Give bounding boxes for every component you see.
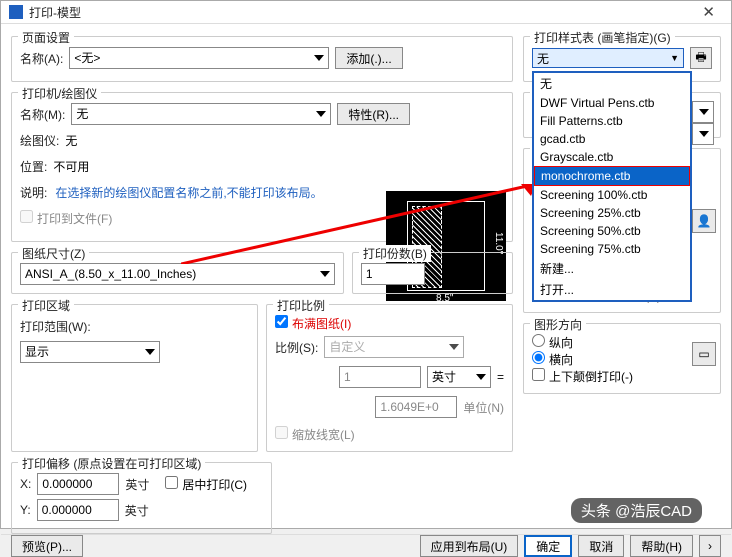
desc-label: 说明: [20, 184, 47, 201]
shaded-select-1[interactable] [692, 101, 714, 123]
style-opt-s25[interactable]: Screening 25%.ctb [534, 204, 690, 222]
copies-legend: 打印份数(B) [359, 245, 431, 262]
ok-button[interactable]: 确定 [524, 535, 572, 557]
offset-x-label: X: [20, 477, 31, 491]
add-page-setup-button[interactable]: 添加(.)... [335, 47, 402, 69]
orient-legend: 图形方向 [530, 316, 586, 333]
watermark: 头条 @浩辰CAD [571, 498, 702, 523]
plotter-value: 无 [65, 132, 77, 149]
paper-legend: 图纸尺寸(Z) [18, 245, 89, 262]
offset-y-unit: 英寸 [125, 502, 149, 519]
style-opt-open[interactable]: 打开... [534, 279, 690, 300]
close-icon[interactable]: ✕ [694, 1, 723, 23]
group-paper-size: 图纸尺寸(Z) ANSI_A_(8.50_x_11.00_Inches) [11, 252, 344, 294]
plot-style-dropdown[interactable]: 无 DWF Virtual Pens.ctb Fill Patterns.ctb… [532, 71, 692, 302]
area-legend: 打印区域 [18, 297, 74, 314]
preview-width: 8.5" [436, 293, 453, 304]
page-name-select[interactable]: <无> [69, 47, 329, 69]
group-page-setup: 页面设置 名称(A): <无> 添加(.)... [11, 36, 513, 82]
group-scale: 打印比例 布满图纸(I) 比例(S): 自定义 英寸 = 单位(N) [266, 304, 513, 452]
plot-range-select[interactable]: 显示 [20, 341, 160, 363]
paper-size-select[interactable]: ANSI_A_(8.50_x_11.00_Inches) [20, 263, 335, 285]
cancel-button[interactable]: 取消 [578, 535, 624, 557]
style-opt-new[interactable]: 新建... [534, 258, 690, 279]
style-opt-gcad[interactable]: gcad.ctb [534, 130, 690, 148]
group-printer: 打印机/绘图仪 名称(M): 无 特性(R)... 绘图仪:无 位置:不可用 说… [11, 92, 513, 242]
location-value: 不可用 [53, 158, 89, 175]
preview-button[interactable]: 预览(P)... [11, 535, 83, 557]
group-plot-area: 打印区域 打印范围(W): 显示 [11, 304, 258, 452]
style-opt-s50[interactable]: Screening 50%.ctb [534, 222, 690, 240]
orient-portrait[interactable]: 纵向 [532, 336, 573, 350]
shaded-select-2[interactable] [692, 123, 714, 145]
group-copies: 打印份数(B) [352, 252, 513, 294]
plot-style-select[interactable]: 无▼ [532, 48, 684, 68]
style-opt-mono[interactable]: monochrome.ctb [534, 166, 690, 186]
location-label: 位置: [20, 158, 47, 175]
group-plot-style: 打印样式表 (画笔指定)(G) 无▼ 🖶 无 DWF Virtual Pens.… [523, 36, 721, 82]
page-setup-legend: 页面设置 [18, 29, 74, 46]
printer-name-select[interactable]: 无 [71, 103, 331, 125]
app-logo-icon [9, 5, 23, 19]
offset-y-input[interactable] [37, 499, 119, 521]
preview-height: 11.0" [493, 232, 504, 254]
offset-legend: 打印偏移 (原点设置在可打印区域) [18, 455, 205, 472]
chevron-down-icon: ▼ [670, 53, 679, 63]
stamp-icon[interactable]: 👤 [692, 209, 716, 233]
offset-x-unit: 英寸 [125, 476, 149, 493]
style-opt-gray[interactable]: Grayscale.ctb [534, 148, 690, 166]
style-opt-dwf[interactable]: DWF Virtual Pens.ctb [534, 94, 690, 112]
orientation-icon: ▭ [692, 342, 716, 366]
orient-landscape[interactable]: 横向 [532, 353, 573, 367]
group-orientation: 图形方向 纵向 横向 上下颠倒打印(-) ▭ [523, 323, 721, 394]
scale-legend: 打印比例 [273, 297, 329, 314]
group-offset: 打印偏移 (原点设置在可打印区域) X: 英寸 居中打印(C) Y: 英寸 [11, 462, 272, 534]
print-to-file-checkbox[interactable]: 打印到文件(F) [20, 210, 112, 227]
printer-legend: 打印机/绘图仪 [18, 85, 101, 102]
apply-layout-button[interactable]: 应用到布局(U) [420, 535, 519, 557]
expand-icon[interactable]: › [699, 535, 721, 557]
scale-ratio-select: 自定义 [324, 336, 464, 358]
printer-props-button[interactable]: 特性(R)... [337, 103, 410, 125]
scale-top-unit[interactable]: 英寸 [427, 366, 491, 388]
help-button[interactable]: 帮助(H) [630, 535, 693, 557]
style-opt-none[interactable]: 无 [534, 73, 690, 94]
fit-to-paper-checkbox[interactable]: 布满图纸(I) [275, 315, 504, 332]
style-opt-s75[interactable]: Screening 75%.ctb [534, 240, 690, 258]
page-name-label: 名称(A): [20, 50, 63, 67]
scale-bottom-unit: 单位(N) [463, 399, 504, 416]
scale-ratio-label: 比例(S): [275, 339, 318, 356]
orient-upside[interactable]: 上下颠倒打印(-) [532, 370, 633, 384]
style-opt-fill[interactable]: Fill Patterns.ctb [534, 112, 690, 130]
offset-y-label: Y: [20, 503, 31, 517]
offset-x-input[interactable] [37, 473, 119, 495]
equals-icon: = [497, 370, 504, 384]
scale-lineweights-checkbox: 缩放线宽(L) [275, 426, 504, 443]
copies-input[interactable] [361, 263, 425, 285]
range-label: 打印范围(W): [20, 318, 91, 335]
scale-bottom-input [375, 396, 457, 418]
scale-top-input [339, 366, 421, 388]
window-title: 打印-模型 [29, 4, 694, 21]
edit-style-button[interactable]: 🖶 [690, 47, 712, 69]
printer-name-label: 名称(M): [20, 106, 65, 123]
plotter-label: 绘图仪: [20, 132, 59, 149]
desc-value: 在选择新的绘图仪配置名称之前,不能打印该布局。 [55, 184, 322, 201]
center-plot-checkbox[interactable]: 居中打印(C) [165, 476, 247, 493]
style-opt-s100[interactable]: Screening 100%.ctb [534, 186, 690, 204]
plot-style-legend: 打印样式表 (画笔指定)(G) [530, 29, 675, 46]
